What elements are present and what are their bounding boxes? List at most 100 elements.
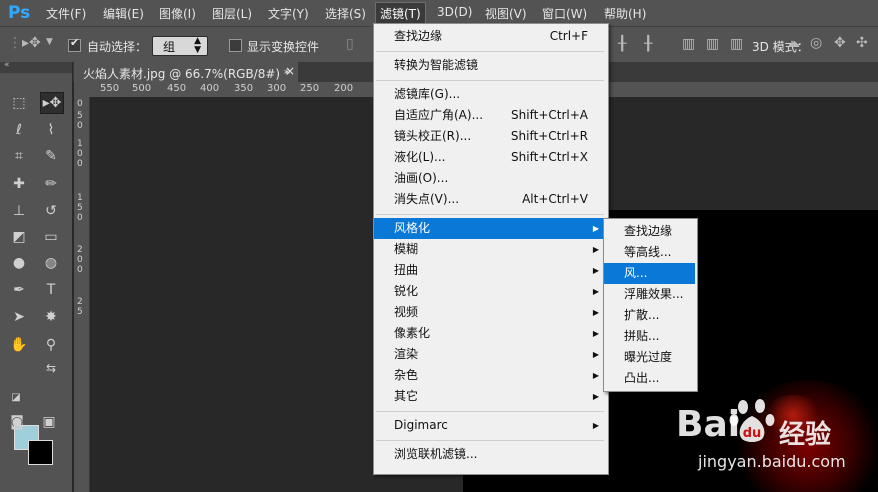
ruler-label: 5 (77, 203, 83, 213)
collapse-icon[interactable]: « (4, 60, 10, 70)
filter-menu-item[interactable]: 镜头校正(R)... Shift+Ctrl+R (374, 126, 606, 147)
stylize-submenu-item[interactable]: 拼贴... (604, 326, 695, 347)
crop-tool-icon[interactable]: ⌗ (8, 146, 30, 166)
3d-roll-icon[interactable]: ◎ (810, 35, 822, 51)
menu-layer[interactable]: 图层(L) (212, 5, 252, 22)
filter-menu-item[interactable]: 扭曲 ▶ (374, 260, 606, 281)
filter-menu-item[interactable]: 渲染 ▶ (374, 344, 606, 365)
filter-menu-item-label: 转换为智能滤镜 (394, 58, 479, 72)
filter-menu-item[interactable]: 风格化 ▶ (374, 218, 606, 239)
filter-menu-item-label: 浏览联机滤镜... (394, 447, 478, 461)
swap-colors-icon[interactable]: ⇆ (40, 358, 62, 378)
close-icon[interactable]: × (285, 64, 295, 78)
filter-menu-item[interactable]: 自适应广角(A)... Shift+Ctrl+A (374, 105, 606, 126)
pen-tool-icon[interactable]: ✒ (8, 280, 30, 300)
menu-image[interactable]: 图像(I) (159, 5, 196, 22)
distribute-left-icon[interactable]: ▥ (682, 36, 695, 52)
menu-separator (376, 51, 604, 52)
filter-menu-item[interactable]: 锐化 ▶ (374, 281, 606, 302)
filter-menu-item[interactable]: 转换为智能滤镜 (374, 55, 606, 76)
history-brush-tool-icon[interactable]: ↺ (40, 201, 62, 221)
stylize-submenu-item-label: 凸出... (624, 371, 660, 385)
filter-menu-item-label: 液化(L)... (394, 150, 446, 164)
dodge-tool-icon[interactable]: ◍ (40, 253, 62, 273)
healing-brush-tool-icon[interactable]: ✚ (8, 174, 30, 194)
filter-menu-item[interactable]: 视频 ▶ (374, 302, 606, 323)
distribute-center-icon[interactable]: ╂ (644, 36, 652, 52)
brush-tool-icon[interactable]: ✏ (40, 174, 62, 194)
menu-view[interactable]: 视图(V) (485, 5, 527, 22)
filter-menu-item-label: 扭曲 (394, 263, 419, 277)
3d-slide-icon[interactable]: ✣ (856, 35, 868, 51)
distribute-vertical-icon[interactable]: ╂ (618, 36, 626, 52)
type-tool-icon[interactable]: T (40, 280, 62, 300)
submenu-arrow-icon: ▶ (592, 329, 599, 338)
filter-menu-item-label: 消失点(V)... (394, 192, 460, 206)
menu-separator (376, 80, 604, 81)
marquee-tool-icon[interactable]: ⬚ (8, 93, 30, 113)
3d-pan-icon[interactable]: ✥ (834, 35, 846, 51)
path-selection-tool-icon[interactable]: ➤ (8, 307, 30, 327)
filter-menu-item[interactable]: 消失点(V)... Alt+Ctrl+V (374, 189, 606, 210)
clone-stamp-tool-icon[interactable]: ⊥ (8, 201, 30, 221)
menu-edit[interactable]: 编辑(E) (103, 5, 144, 22)
filter-menu-item[interactable]: 杂色 ▶ (374, 365, 606, 386)
show-transform-checkbox[interactable] (229, 39, 242, 52)
filter-menu: 查找边缘 Ctrl+F 转换为智能滤镜滤镜库(G)... 自适应广角(A)... Shi… (373, 23, 609, 475)
move-tool-icon[interactable]: ▸✥ (40, 92, 64, 114)
menu-filter[interactable]: 滤镜(T) (375, 2, 426, 25)
move-tool-preset-icon[interactable]: ▸✥ (22, 35, 41, 51)
3d-rotate-icon[interactable]: ☁ (786, 35, 800, 51)
menu-3d[interactable]: 3D(D) (437, 5, 472, 19)
stylize-submenu-item[interactable]: 凸出... (604, 368, 695, 389)
stylize-submenu-item[interactable]: 扩散... (604, 305, 695, 326)
menu-type[interactable]: 文字(Y) (268, 5, 309, 22)
filter-menu-item[interactable]: 模糊 ▶ (374, 239, 606, 260)
stylize-submenu-item[interactable]: 风... (604, 263, 695, 284)
quick-mask-icon[interactable]: ◙ (6, 412, 28, 432)
menu-select[interactable]: 选择(S) (325, 5, 366, 22)
ruler-label: 200 (334, 83, 354, 94)
stylize-submenu-item[interactable]: 等高线... (604, 242, 695, 263)
distribute-horizontal-icon[interactable]: ▥ (706, 36, 719, 52)
menu-file[interactable]: 文件(F) (46, 5, 86, 22)
filter-menu-item[interactable]: 其它 ▶ (374, 386, 606, 407)
auto-align-icon[interactable]: ▥ (730, 36, 743, 52)
ruler-label: 0 (77, 99, 83, 109)
screen-mode-icon[interactable]: ▣ (38, 412, 60, 432)
filter-menu-item-label: 油画(O)... (394, 171, 449, 185)
auto-select-dropdown[interactable]: 组 ▲ ▼ (152, 36, 208, 56)
align-icon[interactable]: ▯ (346, 36, 354, 52)
lasso-tool-icon[interactable]: ℓ (8, 120, 30, 140)
filter-menu-item[interactable]: 像素化 ▶ (374, 323, 606, 344)
chevron-down-icon[interactable]: ▼ (46, 37, 53, 47)
stylize-submenu-item[interactable]: 曝光过度 (604, 347, 695, 368)
filter-menu-item[interactable]: 滤镜库(G)... (374, 84, 606, 105)
filter-menu-item[interactable]: 查找边缘 Ctrl+F (374, 26, 606, 47)
custom-shape-tool-icon[interactable]: ✸ (40, 307, 62, 327)
gradient-tool-icon[interactable]: ▭ (40, 227, 62, 247)
menu-window[interactable]: 窗口(W) (542, 5, 587, 22)
stylize-submenu-item[interactable]: 查找边缘 (604, 221, 695, 242)
submenu-arrow-icon: ▶ (592, 245, 599, 254)
stepper-icon: ▲ ▼ (194, 36, 201, 55)
zoom-tool-icon[interactable]: ⚲ (40, 335, 62, 355)
document-tab[interactable]: 火焰人素材.jpg @ 66.7%(RGB/8#) * × (74, 62, 298, 82)
filter-menu-item[interactable]: 浏览联机滤镜... (374, 444, 606, 465)
eraser-tool-icon[interactable]: ◩ (8, 227, 30, 247)
ruler-label: 550 (100, 83, 120, 94)
blur-tool-icon[interactable]: ● (8, 253, 30, 273)
default-colors-icon[interactable]: ◪ (5, 388, 27, 408)
filter-menu-item[interactable]: 液化(L)... Shift+Ctrl+X (374, 147, 606, 168)
stylize-submenu-item[interactable]: 浮雕效果... (604, 284, 695, 305)
filter-menu-item[interactable]: Digimarc ▶ (374, 415, 606, 436)
ruler-label: 300 (267, 83, 287, 94)
eyedropper-tool-icon[interactable]: ✎ (40, 146, 62, 166)
hand-tool-icon[interactable]: ✋ (8, 335, 30, 355)
background-color-swatch[interactable] (28, 440, 53, 465)
menu-help[interactable]: 帮助(H) (604, 5, 646, 22)
quick-select-tool-icon[interactable]: ⌇ (40, 120, 62, 140)
toolbox-header[interactable]: « (0, 60, 72, 73)
filter-menu-item[interactable]: 油画(O)... (374, 168, 606, 189)
filter-menu-item-label: 杂色 (394, 368, 419, 382)
